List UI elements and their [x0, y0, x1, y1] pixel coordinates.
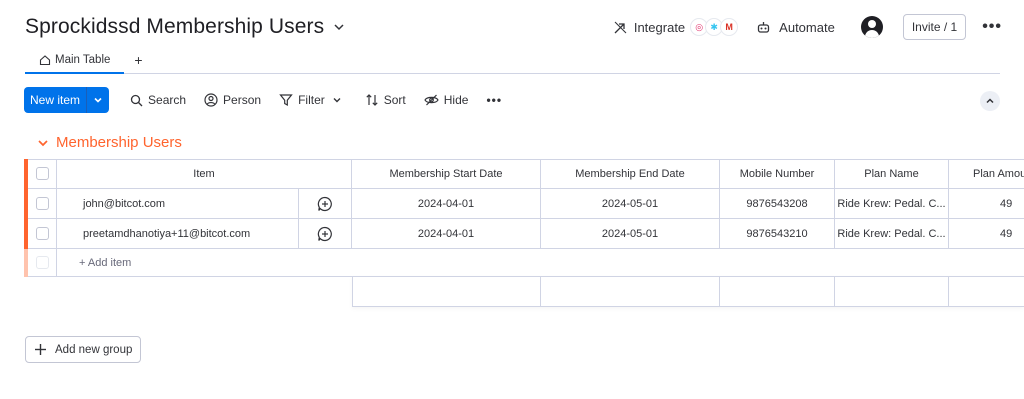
search-icon — [130, 94, 143, 106]
row-checkbox-cell — [28, 249, 57, 277]
filter-icon — [279, 94, 293, 107]
integrate-icon — [614, 21, 627, 33]
column-header-mobile[interactable]: Mobile Number — [720, 159, 835, 189]
more-toolbar-button[interactable]: ••• — [477, 87, 511, 113]
group-header[interactable]: Membership Users — [36, 134, 182, 151]
integrate-label: Integrate — [633, 19, 686, 35]
select-all-checkbox[interactable] — [35, 167, 49, 180]
automate-label: Automate — [779, 19, 835, 35]
home-icon — [39, 55, 51, 66]
hide-button[interactable]: Hide — [415, 87, 478, 113]
row-checkbox[interactable] — [35, 227, 49, 240]
board-toolbar: New item Search Person Filter Sort Hide … — [24, 87, 511, 113]
sort-label: Sort — [383, 93, 406, 107]
integration-app-icons: ◎ ✱ M — [690, 18, 739, 36]
summary-cell — [720, 276, 835, 306]
select-all-checkbox-cell — [28, 159, 57, 189]
row-checkbox[interactable] — [35, 197, 49, 210]
table-header-row: Item Membership Start Date Membership En… — [24, 159, 1024, 189]
chevron-down-icon[interactable] — [36, 136, 50, 150]
eye-off-icon — [424, 94, 439, 106]
add-new-group-label: Add new group — [55, 343, 133, 356]
group-title[interactable]: Membership Users — [56, 134, 182, 151]
end-date-cell[interactable]: 2024-05-01 — [541, 189, 720, 219]
row-checkbox-cell — [28, 219, 57, 249]
filter-label: Filter — [298, 93, 325, 107]
summary-cell — [352, 276, 541, 306]
more-label: ••• — [486, 93, 503, 107]
table-row[interactable]: preetamdhanotiya+11@bitcot.com 2024-04-0… — [24, 219, 1024, 249]
item-cell[interactable]: preetamdhanotiya+11@bitcot.com — [57, 219, 299, 249]
search-button[interactable]: Search — [121, 87, 195, 113]
plan-amount-cell[interactable]: 49 — [949, 219, 1024, 249]
sort-icon — [366, 94, 378, 106]
add-new-group-button[interactable]: Add new group — [25, 336, 142, 363]
column-header-start-date[interactable]: Membership Start Date — [352, 159, 541, 189]
person-filter-button[interactable]: Person — [195, 87, 270, 113]
summary-cell — [835, 276, 949, 306]
add-view-button[interactable]: + — [124, 47, 152, 73]
add-item-input[interactable]: + Add item — [57, 249, 1024, 277]
column-header-plan-name[interactable]: Plan Name — [835, 159, 949, 189]
new-item-label[interactable]: New item — [24, 87, 88, 113]
sort-button[interactable]: Sort — [356, 87, 415, 113]
filter-button[interactable]: Filter — [270, 87, 356, 113]
robot-icon — [758, 21, 770, 33]
plan-name-cell[interactable]: Ride Krew: Pedal. C... — [835, 219, 949, 249]
chevron-down-icon[interactable] — [332, 95, 342, 105]
summary-cells — [352, 276, 949, 306]
add-update-icon[interactable] — [317, 226, 333, 242]
column-header-item[interactable]: Item — [57, 159, 352, 189]
tab-main-table[interactable]: Main Table — [25, 47, 125, 74]
collapse-header-button[interactable] — [980, 91, 1000, 111]
mobile-cell[interactable]: 9876543210 — [720, 219, 835, 249]
invite-button[interactable]: Invite / 1 — [902, 14, 967, 40]
start-date-cell[interactable]: 2024-04-01 — [352, 189, 541, 219]
board-header: Sprockidssd Membership Users — [25, 12, 346, 42]
updates-cell[interactable] — [299, 219, 352, 249]
plan-amount-cell[interactable]: 49 — [949, 189, 1024, 219]
automate-button[interactable]: Automate — [756, 20, 835, 35]
end-date-cell[interactable]: 2024-05-01 — [541, 219, 720, 249]
updates-cell[interactable] — [299, 189, 352, 219]
chevron-down-icon[interactable] — [332, 20, 346, 34]
gmail-icon: M — [720, 18, 739, 36]
search-label: Search — [148, 93, 187, 107]
hide-label: Hide — [443, 93, 469, 107]
chevron-down-icon[interactable] — [87, 87, 109, 113]
item-cell[interactable]: john@bitcot.com — [57, 189, 299, 219]
board-title[interactable]: Sprockidssd Membership Users — [25, 15, 324, 39]
summary-cell — [541, 276, 720, 306]
row-checkbox-cell — [28, 189, 57, 219]
chevron-up-icon — [986, 98, 994, 104]
add-update-icon[interactable] — [317, 196, 333, 212]
more-actions-button[interactable]: ••• — [982, 18, 1002, 36]
column-header-end-date[interactable]: Membership End Date — [541, 159, 720, 189]
avatar[interactable] — [860, 16, 883, 38]
board-actions: Integrate ◎ ✱ M Automate Invite / 1 ••• — [613, 12, 1002, 42]
row-checkbox — [35, 256, 49, 269]
start-date-cell[interactable]: 2024-04-01 — [352, 219, 541, 249]
column-header-plan-amount[interactable]: Plan Amou — [949, 159, 1024, 189]
add-item-row[interactable]: + Add item — [24, 249, 1024, 277]
integrate-button[interactable]: Integrate ◎ ✱ M — [613, 18, 739, 36]
mobile-cell[interactable]: 9876543208 — [720, 189, 835, 219]
plus-icon — [35, 344, 46, 355]
tab-label: Main Table — [55, 54, 111, 66]
table-row[interactable]: john@bitcot.com 2024-04-01 2024-05-01 98… — [24, 189, 1024, 219]
view-tabs: Main Table + — [25, 48, 1000, 74]
person-icon — [204, 93, 218, 107]
plan-name-cell[interactable]: Ride Krew: Pedal. C... — [835, 189, 949, 219]
person-label: Person — [223, 93, 262, 107]
new-item-button[interactable]: New item — [24, 87, 110, 113]
